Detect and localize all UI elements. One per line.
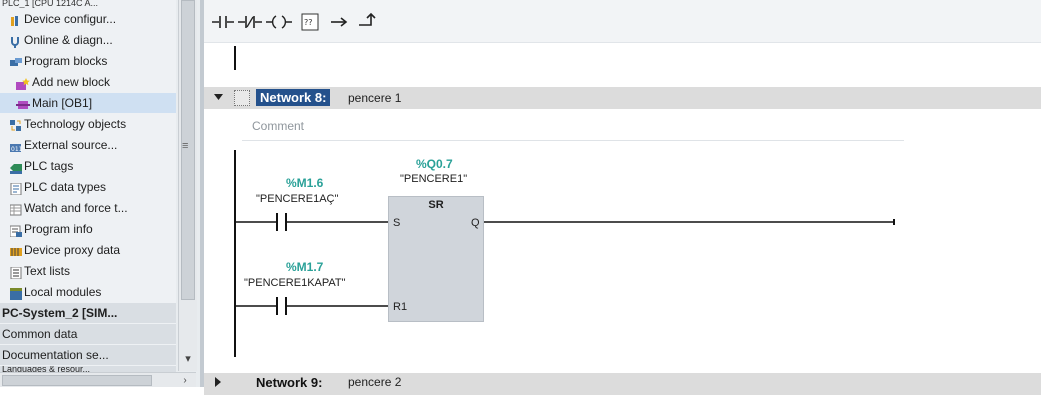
sr-block-type: SR bbox=[428, 199, 444, 211]
scroll-grip-icon: ≡ bbox=[182, 140, 189, 152]
technology-icon bbox=[10, 118, 22, 131]
watch-table-icon bbox=[9, 202, 22, 216]
pin-s: S bbox=[393, 217, 401, 229]
program-info-icon bbox=[9, 223, 22, 238]
tree-item-label: Online & diagn... bbox=[24, 33, 113, 47]
tree-section-label: Documentation se... bbox=[2, 348, 109, 362]
tree-item-label: PLC tags bbox=[24, 159, 74, 173]
proxy-data-icon bbox=[10, 244, 22, 256]
tree-item-technology[interactable]: Technology objects bbox=[0, 114, 176, 134]
contact2-name[interactable]: "PENCERE1KAPAT" bbox=[244, 277, 346, 289]
tree-item-text-lists[interactable]: Text lists bbox=[0, 261, 176, 281]
tree-horizontal-scrollbar[interactable]: › bbox=[0, 372, 196, 387]
tree-item-label: Text lists bbox=[24, 264, 71, 278]
block-operand[interactable]: "PENCERE1" bbox=[400, 173, 467, 185]
tree-item-local-modules[interactable]: Local modules bbox=[0, 282, 176, 302]
tree-item-main-ob1[interactable]: Main [OB1] bbox=[0, 93, 176, 113]
text-lists-icon bbox=[10, 265, 22, 280]
contact1-name[interactable]: "PENCERE1AÇ" bbox=[256, 193, 338, 205]
ob-block-icon bbox=[16, 97, 30, 109]
contact1-address: %M1.6 bbox=[286, 176, 324, 190]
tree-item-plc-tags[interactable]: PLC tags bbox=[0, 156, 176, 176]
network-9-header[interactable]: Network 9: pencere 2 bbox=[204, 373, 1041, 395]
tree-section-pc-system[interactable]: PC-System_2 [SIM... bbox=[0, 303, 176, 323]
local-modules-icon bbox=[10, 286, 22, 300]
project-tree-list: PLC_1 [CPU 1214C A... Device configur...… bbox=[0, 0, 176, 372]
tree-vertical-scrollbar[interactable]: ≡ ▾ bbox=[178, 0, 197, 371]
tree-item-label: Program blocks bbox=[24, 54, 108, 68]
network-9-title[interactable]: Network 9: bbox=[252, 374, 326, 391]
tree-item-label: Program info bbox=[24, 222, 93, 236]
tree-item-label: Main [OB1] bbox=[32, 96, 93, 110]
tree-item-label: External source... bbox=[24, 138, 118, 152]
program-blocks-icon bbox=[10, 55, 22, 67]
tree-item-label: Watch and force t... bbox=[24, 201, 128, 215]
tree-item-device-config[interactable]: Device configur... bbox=[0, 9, 176, 29]
pin-r1: R1 bbox=[393, 301, 408, 313]
tree-section-label: Common data bbox=[2, 327, 78, 341]
tree-item-program-info[interactable]: Program info bbox=[0, 219, 176, 239]
tree-item-label: PLC data types bbox=[24, 180, 107, 194]
tree-item-label: Device proxy data bbox=[24, 243, 121, 257]
tree-item-proxy-data[interactable]: Device proxy data bbox=[0, 240, 176, 260]
tree-item-watch-force[interactable]: Watch and force t... bbox=[0, 198, 176, 218]
device-config-icon bbox=[10, 13, 22, 26]
tree-hscroll-thumb[interactable] bbox=[2, 375, 152, 386]
data-types-icon bbox=[10, 181, 22, 196]
tree-item-label: Local modules bbox=[24, 285, 102, 299]
online-diag-icon bbox=[10, 34, 22, 48]
sr-flipflop-block[interactable]: SR S Q R1 bbox=[388, 196, 484, 322]
project-tree: PLC_1 [CPU 1214C A... Device configur...… bbox=[0, 0, 200, 387]
svg-text:011: 011 bbox=[11, 146, 22, 153]
tree-section-documentation[interactable]: Documentation se... bbox=[0, 345, 176, 365]
ladder-editor: ?? Network 8: pencere 1 Comment %M1.6 "P… bbox=[204, 0, 1041, 395]
tree-item-online-diag[interactable]: Online & diagn... bbox=[0, 30, 176, 50]
tree-item-label: Technology objects bbox=[24, 117, 127, 131]
tree-item-add-block[interactable]: Add new block bbox=[0, 72, 176, 92]
tree-section-label: PC-System_2 [SIM... bbox=[2, 306, 118, 320]
add-block-icon bbox=[16, 76, 30, 90]
expand-triangle-icon[interactable] bbox=[214, 377, 222, 387]
plc-tags-icon bbox=[10, 160, 22, 174]
tree-item-program-blocks[interactable]: Program blocks bbox=[0, 51, 176, 71]
tree-item-plc-label: PLC_1 [CPU 1214C A... bbox=[2, 0, 99, 8]
tree-section-common-data[interactable]: Common data bbox=[0, 324, 176, 344]
tree-item-data-types[interactable]: PLC data types bbox=[0, 177, 176, 197]
tree-item-label: Add new block bbox=[32, 75, 111, 89]
pin-q: Q bbox=[471, 217, 480, 229]
tree-item-plc[interactable]: PLC_1 [CPU 1214C A... bbox=[0, 0, 176, 8]
contact2-address: %M1.7 bbox=[286, 260, 324, 274]
tree-item-label: Device configur... bbox=[24, 12, 117, 26]
tree-item-external-source[interactable]: 011 External source... bbox=[0, 135, 176, 155]
scroll-down-icon[interactable]: ▾ bbox=[179, 350, 197, 368]
external-source-icon: 011 bbox=[10, 139, 23, 153]
block-address: %Q0.7 bbox=[416, 157, 453, 171]
scroll-right-icon[interactable]: › bbox=[176, 373, 194, 387]
